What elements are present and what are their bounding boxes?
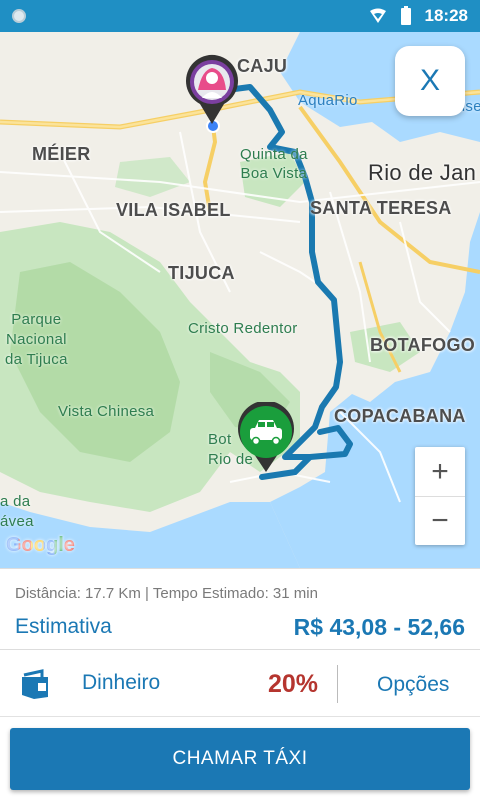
zoom-controls: + −	[415, 447, 465, 545]
close-button[interactable]: X	[395, 46, 465, 116]
payment-method-button[interactable]: Dinheiro	[82, 671, 160, 695]
map-label-aquario: AquaRio	[298, 92, 358, 109]
map-label-vista-chinesa: Vista Chinesa	[58, 403, 155, 420]
map-label-santa-teresa: SANTA TERESA	[310, 198, 452, 218]
trip-distance-time: Distância: 17.7 Km | Tempo Estimado: 31 …	[15, 585, 318, 602]
zoom-out-button[interactable]: −	[415, 496, 465, 545]
zoom-in-button[interactable]: +	[415, 447, 465, 496]
discount-badge: 20%	[268, 670, 319, 698]
origin-pin-icon[interactable]	[184, 54, 240, 126]
map-label-botafogo: BOTAFOGO	[370, 335, 476, 355]
status-indicators: 18:28	[369, 5, 468, 26]
map-label-gavea: a da ávea	[0, 493, 34, 530]
map-label-quinta: Quinta da Boa Vista	[240, 146, 308, 182]
map-label-tijuca: TIJUCA	[168, 263, 235, 283]
taxi-pin-icon[interactable]	[236, 402, 296, 474]
call-taxi-button[interactable]: CHAMAR TÁXI	[10, 728, 470, 790]
estimate-value: R$ 43,08 - 52,66	[293, 614, 465, 640]
map-label-rio: Rio de Jan	[368, 160, 477, 185]
map-label-vila-isabel: VILA ISABEL	[116, 200, 231, 220]
signal-icon	[369, 8, 386, 23]
map-label-meier: MÉIER	[32, 144, 91, 164]
map-label-copacabana: COPACABANA	[334, 406, 466, 426]
close-label: X	[419, 64, 440, 97]
wallet-icon	[22, 669, 48, 699]
map-label-parque: Parque Nacional da Tijuca	[5, 311, 68, 368]
battery-icon	[400, 5, 411, 25]
trip-info-panel: Distância: 17.7 Km | Tempo Estimado: 31 …	[0, 568, 480, 650]
notification-icon	[12, 9, 26, 23]
options-button[interactable]: Opções	[377, 673, 449, 697]
estimate-label: Estimativa	[15, 615, 112, 638]
map-label-cristo: Cristo Redentor	[188, 320, 298, 337]
status-bar: 18:28	[0, 0, 480, 32]
status-time: 18:28	[424, 6, 468, 25]
divider	[337, 665, 338, 703]
google-attribution: Google	[6, 534, 75, 556]
payment-row: Dinheiro 20% Opções	[0, 651, 480, 717]
map-label-caju: CAJU	[237, 56, 288, 76]
